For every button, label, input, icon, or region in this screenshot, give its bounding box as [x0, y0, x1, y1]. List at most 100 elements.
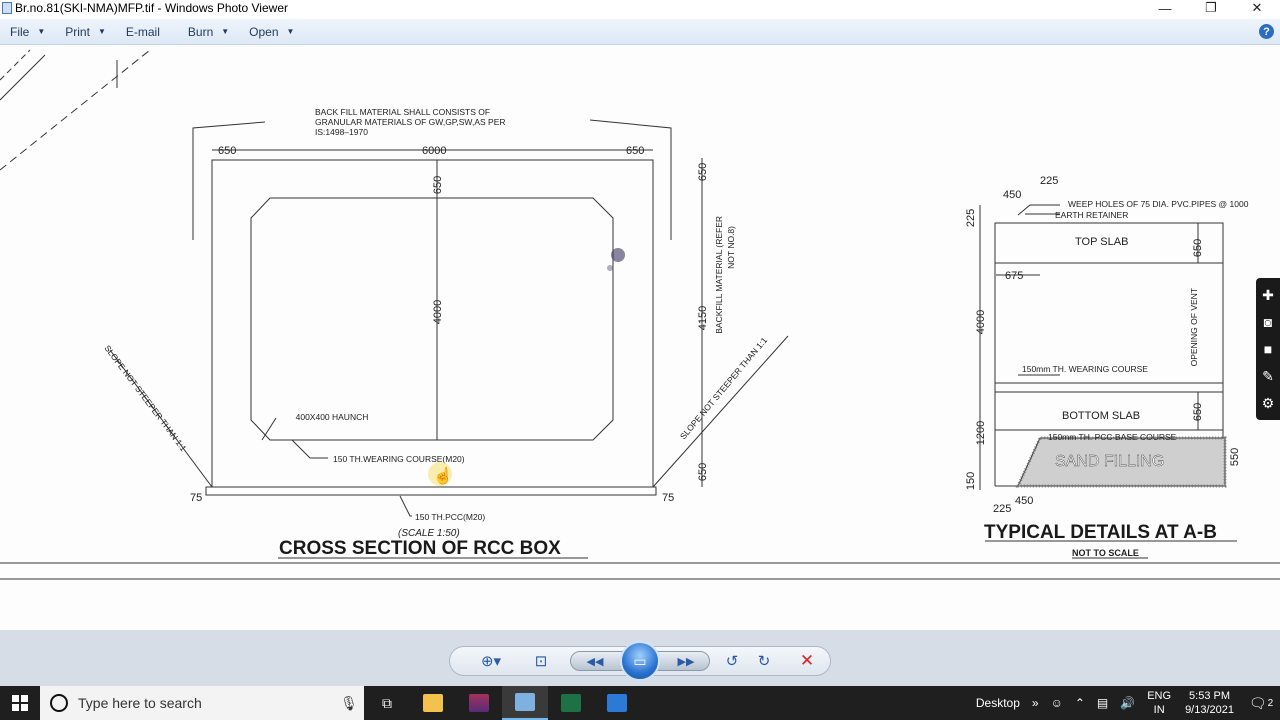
menu-burn[interactable]: Burn ▼ — [178, 19, 239, 45]
lang-line-1: ENG — [1147, 690, 1172, 702]
excel-button[interactable] — [548, 686, 594, 720]
rotate-counterclockwise-icon[interactable]: ↺ — [720, 650, 744, 672]
menu-file-label: File — [10, 24, 30, 39]
system-tray: Desktop » ☺ ⌃ ▤ 🔊 ENG IN 5:53 PM 9/13/2021… — [970, 686, 1280, 720]
pcc-base-label: 150mm TH. PCC BASE COURSE — [1048, 432, 1177, 442]
next-icon[interactable]: ▶▶ — [673, 650, 699, 672]
chevron-down-icon: ▼ — [97, 27, 106, 36]
rotate-clockwise-icon[interactable]: ↻ — [752, 650, 776, 672]
chevron-down-icon: ▼ — [37, 27, 46, 36]
desktop-toolbar[interactable]: Desktop — [970, 696, 1026, 710]
detail-4000: 4000 — [975, 310, 987, 334]
dim-4150: 4150 — [697, 306, 709, 330]
backfill-side-1: BACKFILL MATERIAL (REFER — [714, 216, 724, 334]
zoom-icon[interactable]: ⊕▾ — [474, 650, 508, 672]
detail-225-top-right: 225 — [1040, 175, 1058, 187]
edit-icon[interactable]: ✎ — [1262, 369, 1274, 383]
clock-date: 9/13/2021 — [1185, 704, 1234, 716]
earth-retainer-label: EARTH RETAINER — [1055, 210, 1128, 220]
menu-email[interactable]: E-mail — [116, 19, 170, 45]
weep-holes-label: WEEP HOLES OF 75 DIA. PVC.PIPES @ 1000 — [1068, 199, 1249, 209]
clock[interactable]: 5:53 PM 9/13/2021 — [1177, 689, 1242, 717]
chevron-up-icon[interactable]: ⌃ — [1069, 696, 1091, 710]
detail-650-a: 650 — [1192, 239, 1204, 257]
typical-details-title: TYPICAL DETAILS AT A-B — [984, 522, 1217, 543]
image-canvas[interactable]: BACK FILL MATERIAL SHALL CONSISTS OF GRA… — [0, 46, 1280, 630]
menu-file[interactable]: File ▼ — [0, 19, 55, 45]
dim-6000: 6000 — [422, 145, 446, 157]
restore-button[interactable]: ❐ — [1188, 0, 1234, 16]
slideshow-button[interactable]: ▭ — [620, 641, 660, 681]
menu-open-label: Open — [249, 24, 279, 39]
menu-open[interactable]: Open ▼ — [239, 19, 304, 45]
chevron-right-icon[interactable]: » — [1026, 696, 1045, 710]
taskbar-search-box[interactable]: Type here to search 🎙 — [40, 686, 364, 720]
notification-center-button[interactable]: 🗨 2 — [1242, 686, 1280, 720]
lang-line-2: IN — [1153, 704, 1165, 716]
side-tool-dock: ✚ ◙ ■ ✎ ⚙ — [1256, 278, 1280, 420]
actual-size-icon[interactable]: ⊡ — [528, 650, 554, 672]
dim-650-right-bottom: 650 — [697, 463, 709, 481]
file-explorer-button[interactable] — [410, 686, 456, 720]
network-icon[interactable]: ▤ — [1091, 696, 1114, 710]
cross-section-title: CROSS SECTION OF RCC BOX — [279, 538, 561, 559]
detail-1200: 1200 — [975, 421, 987, 445]
photos-button[interactable] — [594, 686, 640, 720]
bottom-slab-label: BOTTOM SLAB — [1062, 410, 1140, 422]
pin-icon[interactable]: ✚ — [1262, 288, 1274, 302]
backfill-note-1: BACK FILL MATERIAL SHALL CONSISTS OF — [315, 107, 490, 117]
winrar-icon — [469, 694, 489, 712]
windows-logo-icon — [12, 695, 28, 711]
microphone-icon[interactable]: 🎙 — [334, 695, 364, 712]
detail-450-top: 450 — [1003, 189, 1021, 201]
haunch-label: 400X400 HAUNCH — [296, 412, 369, 422]
people-icon[interactable]: ☺ — [1045, 696, 1069, 710]
detail-550: 550 — [1229, 448, 1241, 466]
slideshow-icon: ▭ — [633, 652, 647, 669]
search-placeholder: Type here to search — [78, 695, 202, 711]
menu-bar: File ▼ Print ▼ E-mail Burn ▼ Open ▼ ? — [0, 19, 1280, 45]
camera-icon[interactable]: ◙ — [1264, 315, 1272, 329]
dim-650-right: 650 — [626, 145, 644, 157]
hand-cursor-icon: ☝ — [433, 466, 453, 485]
wearing-150-label: 150mm TH. WEARING COURSE — [1022, 364, 1148, 374]
previous-icon[interactable]: ◀◀ — [582, 650, 608, 672]
taskbar: Type here to search 🎙 ⧉ Desktop » ☺ ⌃ ▤ … — [0, 686, 1280, 720]
minimize-button[interactable]: — — [1142, 0, 1188, 16]
pcc-label: 150 TH.PCC(M20) — [415, 512, 485, 522]
volume-icon[interactable]: 🔊 — [1114, 696, 1141, 710]
window-title-bar: Br.no.81(SKI-NMA)MFP.tif - Windows Photo… — [0, 0, 1280, 16]
sand-filling-label: SAND FILLING — [1055, 453, 1164, 470]
wearing-course-label: 150 TH.WEARING COURSE(M20) — [333, 454, 465, 464]
detail-225-bottom: 225 — [993, 503, 1011, 515]
close-window-button[interactable]: ✕ — [1234, 0, 1280, 16]
dim-75-left: 75 — [190, 492, 202, 504]
photo-viewer-icon — [515, 693, 535, 711]
input-language[interactable]: ENG IN — [1141, 689, 1177, 717]
menu-burn-label: Burn — [187, 24, 214, 39]
viewer-control-bar: ⊕▾ ⊡ ◀◀ ▭ ▶▶ ↺ ↻ ✕ — [0, 630, 1280, 686]
task-view-button[interactable]: ⧉ — [364, 686, 410, 720]
detail-225-top: 225 — [965, 209, 977, 227]
photo-viewer-app-icon — [2, 2, 12, 14]
notification-count: 2 — [1267, 697, 1274, 709]
video-icon[interactable]: ■ — [1264, 342, 1272, 356]
help-icon[interactable]: ? — [1259, 24, 1274, 39]
clock-time: 5:53 PM — [1189, 690, 1231, 702]
excel-icon — [561, 694, 581, 712]
folder-icon — [423, 694, 443, 712]
backfill-side-2: NOT NO.8) — [726, 226, 736, 269]
detail-450-bottom: 450 — [1015, 495, 1033, 507]
delete-icon[interactable]: ✕ — [795, 650, 819, 672]
menu-print[interactable]: Print ▼ — [55, 19, 116, 45]
detail-150: 150 — [965, 472, 977, 490]
backfill-note-2: GRANULAR MATERIALS OF GW,GP,SW,AS PER — [315, 117, 506, 127]
slope-right-label: SLOPE NOT STEEPER THAN 1:1 — [678, 335, 769, 441]
winrar-button[interactable] — [456, 686, 502, 720]
photo-viewer-taskbar-button[interactable] — [502, 686, 548, 720]
start-button[interactable] — [0, 686, 40, 720]
notification-icon: 🗨 — [1248, 694, 1267, 711]
photos-icon — [607, 694, 627, 712]
menu-email-label: E-mail — [125, 24, 160, 39]
gear-icon[interactable]: ⚙ — [1262, 396, 1275, 410]
